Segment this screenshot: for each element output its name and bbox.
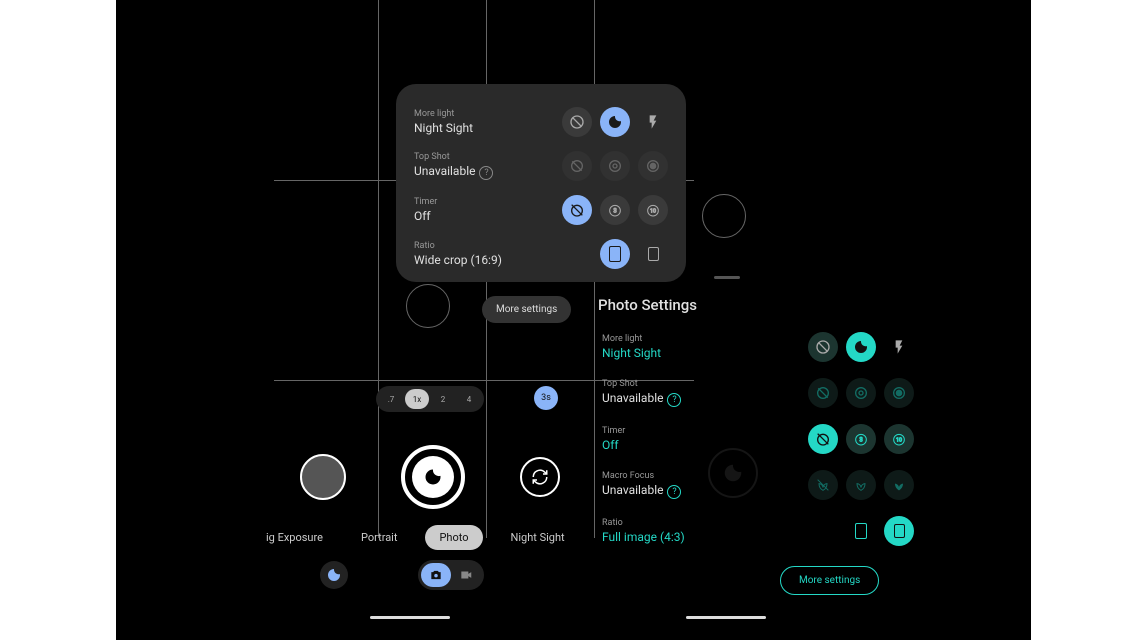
bottom-toolbar [320,560,484,590]
help-icon[interactable]: ? [479,166,493,180]
setting-top-shot: Top Shot Unavailable? [414,144,668,188]
ratio-wide-icon[interactable] [846,516,876,546]
photo-settings-sheet: Photo Settings More lightNight Sight Top… [598,296,918,554]
switch-camera-button[interactable] [520,457,560,497]
timer-10s-icon[interactable]: 10 [884,424,914,454]
more-settings-button[interactable]: More settings [482,296,571,323]
zoom-4x[interactable]: 4 [457,389,481,409]
label: Top Shot [414,152,493,162]
setting-more-light: More light Night Sight [414,100,668,144]
flash-off-icon[interactable] [808,332,838,362]
drag-handle[interactable] [714,276,740,279]
value: Wide crop (16:9) [414,253,502,267]
setting-top-shot: Top ShotUnavailable? [598,370,918,416]
topshot-off-icon [808,378,838,408]
svg-text:3: 3 [859,437,862,444]
focus-indicator [406,284,450,328]
svg-text:10: 10 [896,438,902,444]
mode-night-sight[interactable]: Night Sight [501,526,575,549]
shutter-button[interactable] [401,445,465,509]
mode-selector[interactable]: ig Exposure Portrait Photo Night Sight P… [256,525,596,550]
svg-text:3: 3 [613,208,616,215]
capture-controls [300,445,560,509]
value: Night Sight [414,121,473,135]
ratio-wide-icon[interactable] [600,239,630,269]
topshot-auto-icon [600,151,630,181]
photo-toggle[interactable] [421,563,451,587]
macro-on-icon [884,470,914,500]
flash-off-icon[interactable] [562,107,592,137]
setting-ratio: RatioFull image (4:3) [598,508,918,554]
timer-off-icon[interactable] [562,195,592,225]
gallery-thumbnail[interactable] [300,454,346,500]
photo-video-toggle[interactable] [418,560,484,590]
macro-auto-icon [846,470,876,500]
gesture-bar [370,616,450,619]
setting-macro: Macro FocusUnavailable? [598,462,918,508]
label: Timer [414,197,437,207]
timer-badge: 3s [534,386,558,410]
night-sight-chip[interactable] [320,561,348,589]
flash-on-icon[interactable] [638,107,668,137]
topshot-off-icon [562,151,592,181]
topshot-auto-icon [846,378,876,408]
help-icon[interactable]: ? [667,393,681,407]
setting-more-light: More lightNight Sight [598,324,918,370]
value: Unavailable? [414,164,493,180]
mode-photo[interactable]: Photo [425,525,482,550]
mode-long-exposure[interactable]: ig Exposure [256,526,333,549]
setting-ratio: Ratio Wide crop (16:9) [414,232,668,276]
timer-10s-icon[interactable]: 10 [638,195,668,225]
timer-3s-icon[interactable]: 3 [600,195,630,225]
macro-off-icon [808,470,838,500]
mode-panorama[interactable]: Panoram [593,526,596,549]
camera-comparison: More light Night Sight Top Shot Unavaila… [116,0,1031,640]
zoom-ultra[interactable]: .7 [379,389,403,409]
topshot-on-icon [884,378,914,408]
quick-settings-panel: More light Night Sight Top Shot Unavaila… [396,84,686,282]
label: Ratio [414,241,502,251]
zoom-1x[interactable]: 1x [405,389,429,409]
night-sight-auto-icon[interactable] [846,332,876,362]
focus-indicator [702,194,746,238]
timer-3s-icon[interactable]: 3 [846,424,876,454]
gesture-bar [686,616,766,619]
mode-portrait[interactable]: Portrait [351,526,408,549]
setting-timer: TimerOff 3 10 [598,416,918,462]
label: More light [414,109,473,119]
help-icon[interactable]: ? [667,485,681,499]
svg-text:10: 10 [650,209,656,215]
night-sight-auto-icon[interactable] [600,107,630,137]
ratio-full-icon[interactable] [884,516,914,546]
value: Off [414,209,437,223]
flash-on-icon[interactable] [884,332,914,362]
zoom-2x[interactable]: 2 [431,389,455,409]
topshot-on-icon [638,151,668,181]
sheet-title: Photo Settings [598,296,918,314]
timer-off-icon[interactable] [808,424,838,454]
video-toggle[interactable] [451,563,481,587]
setting-timer: Timer Off 3 10 [414,188,668,232]
ratio-full-icon[interactable] [638,239,668,269]
more-settings-button[interactable]: More settings [780,566,879,595]
zoom-selector[interactable]: .7 1x 2 4 [376,386,484,412]
